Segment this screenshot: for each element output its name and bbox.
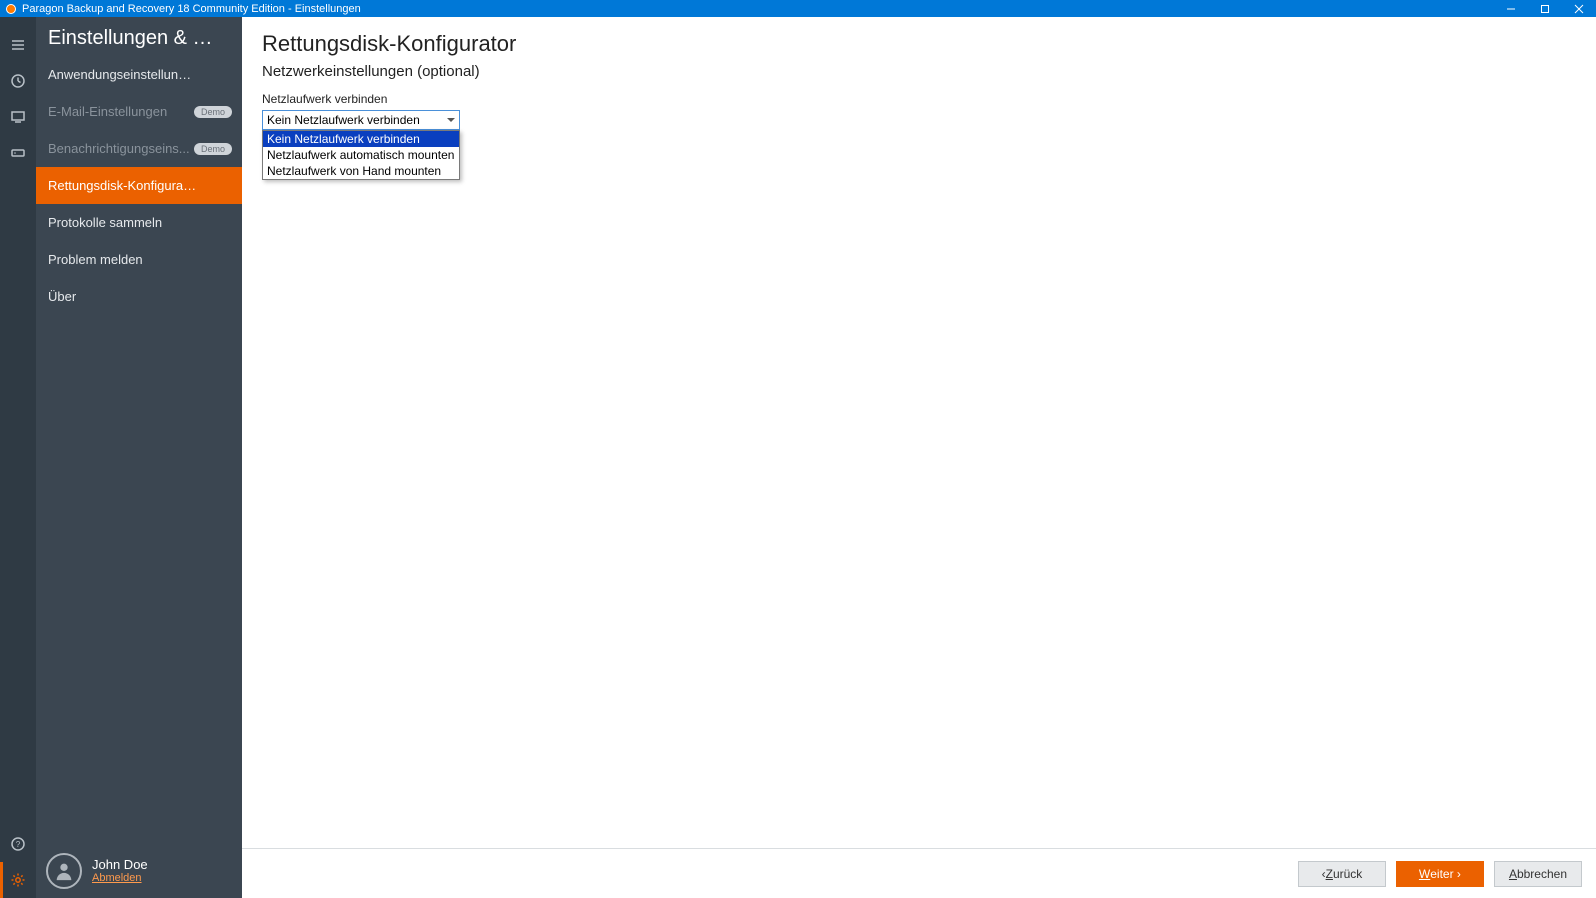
network-drive-dropdown: Kein Netzlaufwerk verbinden Netzlaufwerk… [262,130,460,180]
dropdown-option[interactable]: Netzlaufwerk von Hand mounten [263,163,459,179]
page-subtitle: Netzwerkeinstellungen (optional) [262,63,1576,80]
user-panel: John Doe Abmelden [36,843,242,898]
sidebar-item-label: Protokolle sammeln [48,215,162,230]
sidebar-item-label: Rettungsdisk-Konfigurator [48,178,198,193]
chevron-down-icon [445,113,457,127]
sidebar-item-email[interactable]: E-Mail-Einstellungen Demo [36,93,242,130]
select-value: Kein Netzlaufwerk verbinden [267,113,420,127]
sidebar-item-label: Über [48,289,76,304]
titlebar: Paragon Backup and Recovery 18 Community… [0,0,1596,17]
back-button[interactable]: ‹ Zurück [1298,861,1386,887]
settings-icon[interactable] [0,862,36,898]
svg-text:?: ? [16,840,21,849]
page-title: Rettungsdisk-Konfigurator [262,31,1576,57]
drive-icon[interactable] [0,135,36,171]
close-button[interactable] [1562,0,1596,17]
help-icon[interactable]: ? [0,826,36,862]
clock-icon[interactable] [0,63,36,99]
iconbar: ? [0,17,36,898]
window-controls [1494,0,1596,17]
sidebar-item-label: Problem melden [48,252,143,267]
demo-badge: Demo [194,106,232,118]
logout-link[interactable]: Abmelden [92,872,148,884]
demo-badge: Demo [194,143,232,155]
maximize-button[interactable] [1528,0,1562,17]
minimize-button[interactable] [1494,0,1528,17]
window-title: Paragon Backup and Recovery 18 Community… [22,3,361,15]
avatar-icon [46,853,82,889]
sidebar-item-label: Anwendungseinstellungen [48,67,198,82]
hamburger-icon[interactable] [0,27,36,63]
main-panel: Rettungsdisk-Konfigurator Netzwerkeinste… [242,17,1596,898]
sidebar-item-report-problem[interactable]: Problem melden [36,241,242,278]
sidebar: Einstellungen & Werk... Anwendungseinste… [36,17,242,898]
sidebar-item-rescue-disk[interactable]: Rettungsdisk-Konfigurator [36,167,242,204]
monitor-icon[interactable] [0,99,36,135]
sidebar-item-about[interactable]: Über [36,278,242,315]
wizard-footer: ‹ Zurück Weiter › Abbrechen [242,848,1596,898]
network-drive-select[interactable]: Kein Netzlaufwerk verbinden [262,110,460,130]
sidebar-item-label: E-Mail-Einstellungen [48,104,167,119]
next-button[interactable]: Weiter › [1396,861,1484,887]
app-icon [6,4,16,14]
sidebar-title: Einstellungen & Werk... [36,17,242,56]
dropdown-option[interactable]: Netzlaufwerk automatisch mounten [263,147,459,163]
sidebar-item-label: Benachrichtigungseins... [48,141,190,156]
sidebar-item-notifications[interactable]: Benachrichtigungseins... Demo [36,130,242,167]
field-label-network-drive: Netzlaufwerk verbinden [262,92,1576,106]
sidebar-item-collect-logs[interactable]: Protokolle sammeln [36,204,242,241]
sidebar-item-app-settings[interactable]: Anwendungseinstellungen [36,56,242,93]
cancel-button[interactable]: Abbrechen [1494,861,1582,887]
dropdown-option[interactable]: Kein Netzlaufwerk verbinden [263,131,459,147]
user-name: John Doe [92,857,148,872]
